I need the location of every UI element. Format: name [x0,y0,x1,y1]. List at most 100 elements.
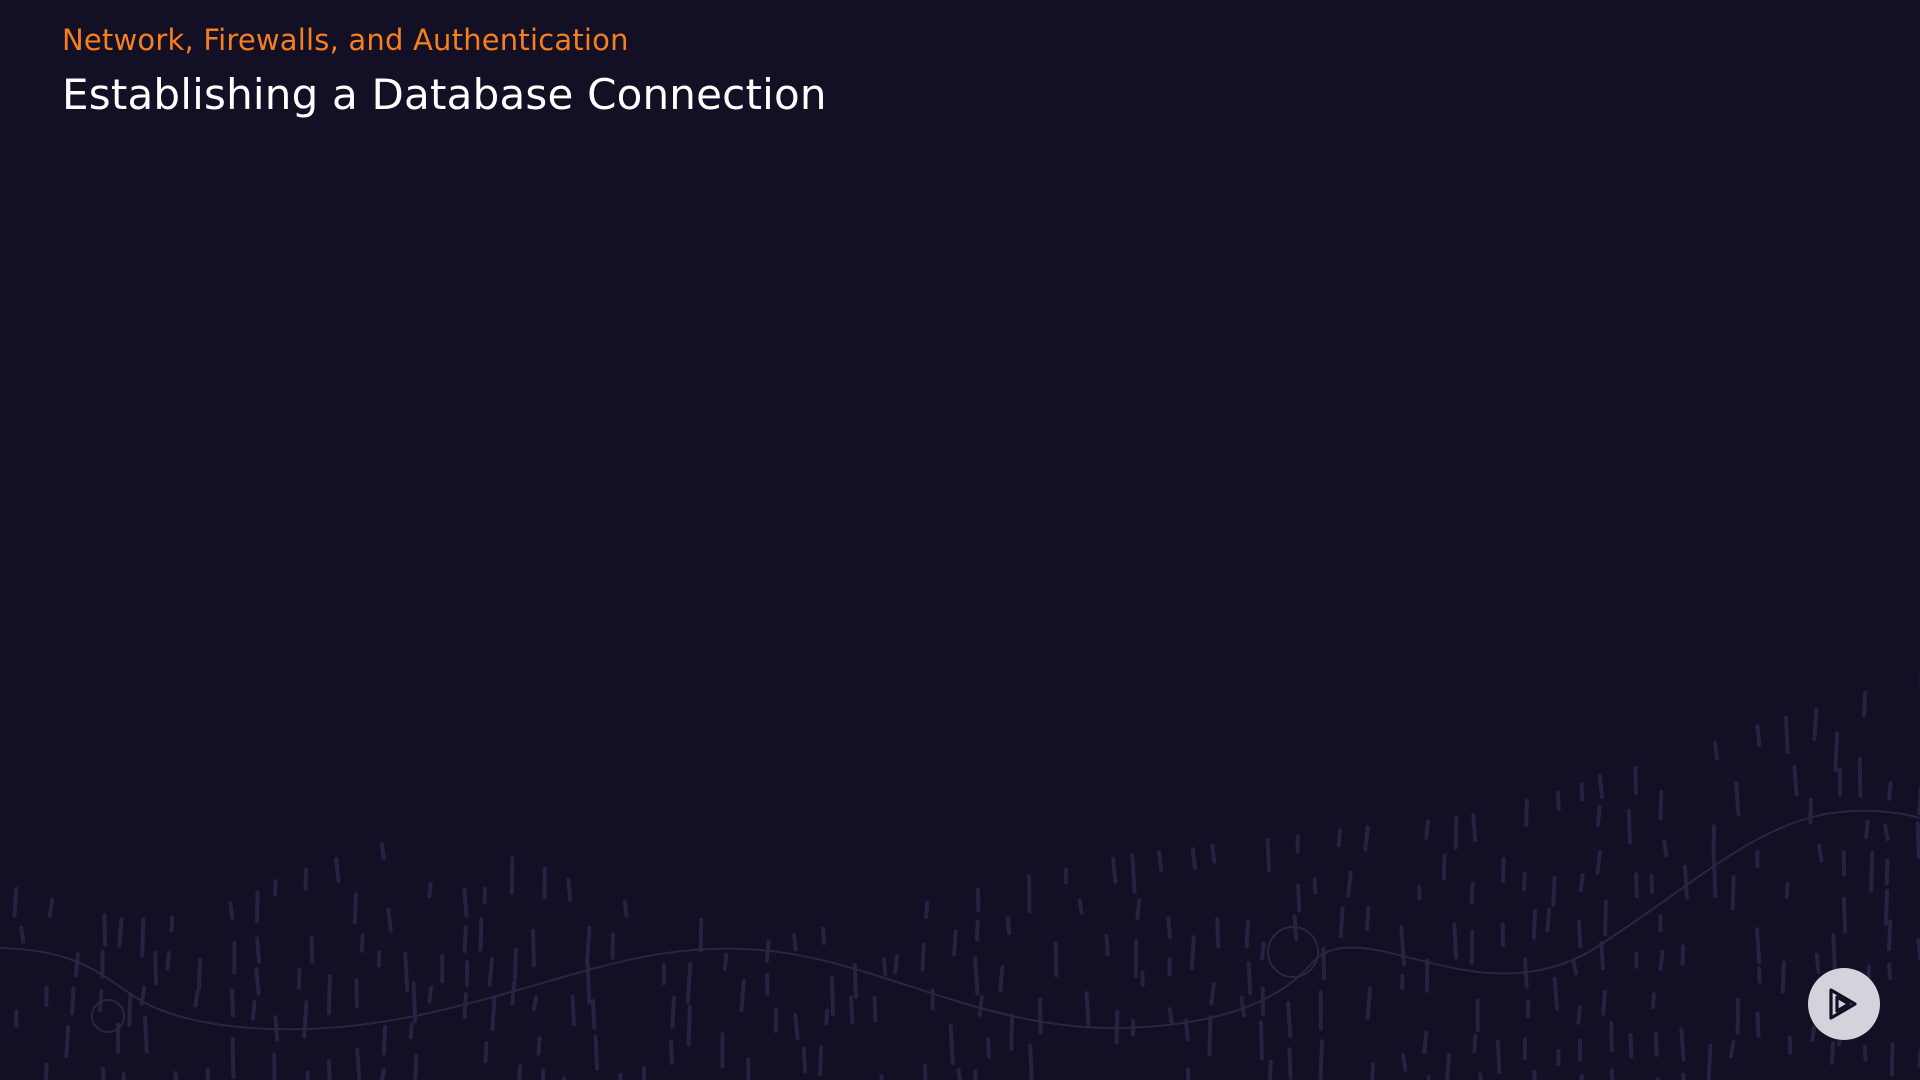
decoration-dash [43,1062,49,1080]
decoration-dash [1401,1052,1408,1072]
decoration-dash [1680,944,1685,966]
decoration-dash [1683,865,1689,900]
decoration-dash [1522,872,1527,892]
slide-header: Network, Firewalls, and Authentication E… [62,20,827,122]
decoration-dash [1265,837,1271,872]
decoration-dash [1452,922,1459,960]
decoration-dash [73,952,80,978]
decoration-dash [998,965,1005,993]
decoration-dash [305,1070,310,1080]
decoration-dash [1883,823,1890,842]
decoration-dash [948,1023,955,1066]
decoration-dash [1111,856,1118,884]
decoration-dash [1706,1043,1713,1080]
decoration-dash [670,995,676,1029]
decoration-dash [1884,858,1890,886]
decoration-dash [973,1069,978,1080]
decoration-dash [1817,844,1824,863]
decoration-dash [296,967,302,990]
decoration-dash [1730,875,1736,911]
decoration-dash [801,1046,808,1074]
decoration-dash [1445,1053,1451,1080]
decoration-dash [427,985,434,1004]
decoration-dash [1862,690,1868,718]
decoration-dash [1735,997,1741,1036]
decoration-dash [1755,927,1762,965]
decoration-dash [1601,989,1607,1016]
decoration-dash [102,913,108,948]
decoration-dash [1027,874,1032,914]
decoration-dash [542,866,547,900]
decoration-dash [1783,715,1790,755]
decoration-dash [1472,1033,1478,1054]
background-wave-pattern [0,674,1920,1080]
decoration-dash [881,957,888,977]
decoration-dash [1576,919,1583,949]
decoration-dash [98,989,104,1012]
decoration-dash [1532,908,1537,940]
decoration-dash [165,951,171,971]
module-title: Network, Firewalls, and Authentication [62,23,629,57]
decoration-dash [570,995,576,1027]
decoration-dash [1595,850,1602,875]
decoration-dash [566,878,573,903]
decoration-dash [1887,962,1893,980]
decoration-dash [1478,1072,1483,1080]
decoration-dash [1864,820,1870,840]
decoration-dash [739,978,746,1013]
decoration-dash [1005,916,1012,936]
decoration-dash [255,890,260,924]
decoration-dash [509,856,515,895]
slide: Network, Firewalls, and Authentication E… [0,0,1920,1080]
decoration-dash [1810,1025,1816,1042]
decoration-dash [408,1022,414,1040]
decoration-dash [1728,1040,1736,1059]
decoration-dash [1551,875,1557,908]
decoration-dash [1207,1015,1213,1057]
decoration-dash [354,978,359,1009]
decoration-dash [230,1036,236,1079]
play-logo-icon [1829,988,1857,1020]
play-logo-button[interactable] [1808,968,1880,1040]
decoration-dash [380,1067,386,1080]
decoration-dash [1363,825,1370,852]
decoration-dash [1609,1021,1614,1052]
decoration-dash [1267,1059,1273,1080]
decoration-dash [1571,958,1578,976]
decoration-dash [1246,961,1253,996]
decoration-dash [1422,1030,1429,1055]
decoration-dash [1787,1035,1793,1055]
decoration-dash [641,1065,646,1080]
decoration-dash [1441,853,1447,881]
decoration-dash [669,1039,674,1065]
decoration-dash [1244,919,1251,949]
decoration-dash [1597,774,1604,800]
decoration-dash [1524,799,1529,828]
decoration-dash [1215,917,1221,949]
decoration-dash [1469,929,1475,965]
decoration-dash [1634,872,1639,898]
decoration-dash [140,917,146,958]
decoration-dash [1286,1001,1293,1038]
decoration-dash [1338,906,1345,939]
decoration-dash [482,886,487,905]
decoration-dash [1453,816,1459,850]
decoration-dash [1077,898,1084,915]
decoration-dash [1883,889,1889,926]
decoration-dash [1312,877,1318,895]
decoration-dash [1346,870,1353,898]
decoration-dash [513,948,518,980]
decoration-dash [818,1045,824,1077]
decoration-dash [1166,916,1172,940]
clip-title: Establishing a Database Connection [62,70,827,119]
decoration-dash [70,986,76,1016]
decoration-dash [1210,844,1217,864]
decoration-dash [254,967,261,996]
decoration-dash [956,1067,962,1080]
decoration-dash [1833,731,1840,773]
decoration-dash [1189,935,1196,971]
decoration-dash [228,900,235,920]
decoration-dash [1869,850,1875,893]
decoration-dash [1662,839,1669,858]
decoration-dash [326,1058,332,1080]
